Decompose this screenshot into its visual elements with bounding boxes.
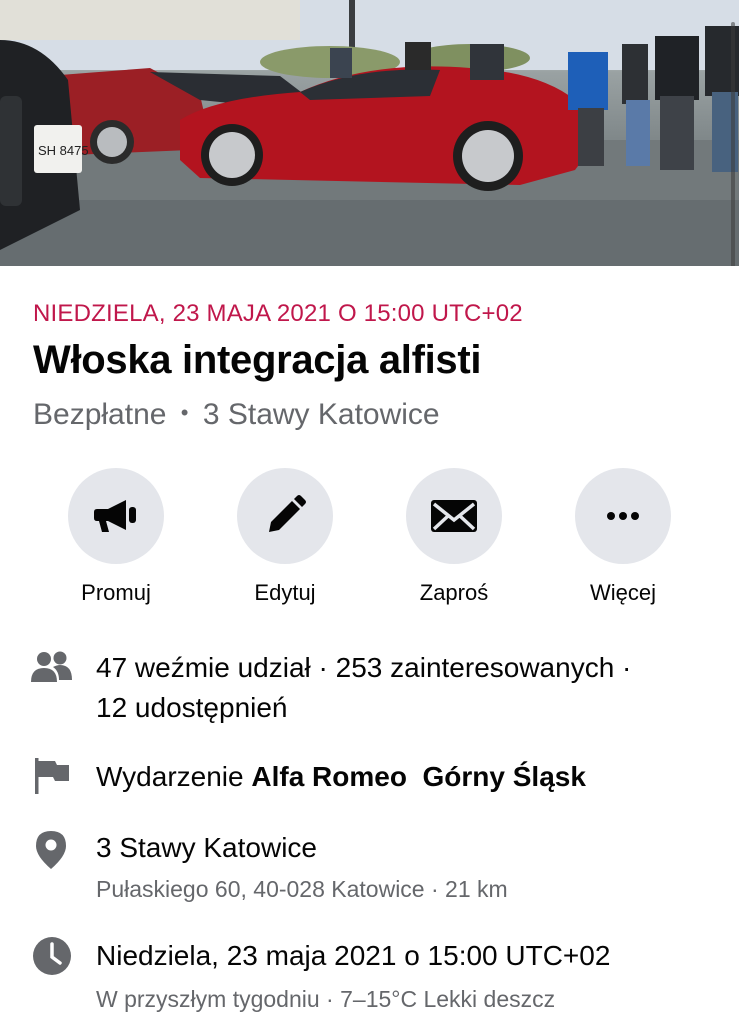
location-pin-icon [36,831,66,869]
more-dots-icon [607,512,639,520]
promote-label: Promuj [81,580,151,605]
time-line: Niedziela, 23 maja 2021 o 15:00 UTC+02 [96,940,611,971]
host-text: Wydarzenie Alfa Romeo Górny Śląsk [96,757,586,797]
venue-link[interactable]: 3 Stawy Katowice [203,398,440,431]
invite-circle[interactable] [406,468,502,564]
invite-label: Zaproś [419,580,489,605]
license-plate: SH 8475 [38,143,89,158]
promote-button[interactable]: Promuj [41,468,191,606]
more-button[interactable]: Więcej [548,468,698,606]
stats-line-2: 12 udostępnień [96,692,288,723]
event-subline: Bezpłatne • 3 Stawy Katowice [33,398,440,432]
separator-dot: • [180,400,189,425]
price-label: Bezpłatne [33,398,167,431]
cover-illustration: SH 8475 [0,0,739,266]
location-address: Pułaskiego 60, 40-028 Katowice · 21 km [96,876,508,902]
edit-button[interactable]: Edytuj [210,468,360,606]
scrollbar[interactable] [731,22,735,266]
stats-line-1: 47 weźmie udział · 253 zainteresowanych … [96,652,632,683]
edit-label: Edytuj [254,580,316,605]
envelope-icon [431,500,477,532]
weather-line: W przyszłym tygodniu · 7–15°C Lekki desz… [96,986,556,1012]
promote-circle[interactable] [68,468,164,564]
host-name-link[interactable]: Alfa Romeo Górny Śląsk [251,761,586,792]
more-label: Więcej [589,580,656,605]
more-circle[interactable] [575,468,671,564]
event-date-line: NIEDZIELA, 23 MAJA 2021 O 15:00 UTC+02 [33,300,523,327]
pencil-icon [269,495,306,532]
event-title: Włoska integracja alfisti [33,338,482,382]
host-prefix: Wydarzenie [96,761,244,792]
action-bar: Promuj Edytuj Zaproś Więcej [0,468,739,618]
flag-icon [35,758,69,794]
clock-icon [33,937,71,975]
people-icon [31,651,72,682]
location-name: 3 Stawy Katowice [96,832,317,863]
event-cover-photo[interactable]: SH 8475 [0,0,739,266]
megaphone-icon [94,500,136,532]
edit-circle[interactable] [237,468,333,564]
invite-button[interactable]: Zaproś [379,468,529,606]
